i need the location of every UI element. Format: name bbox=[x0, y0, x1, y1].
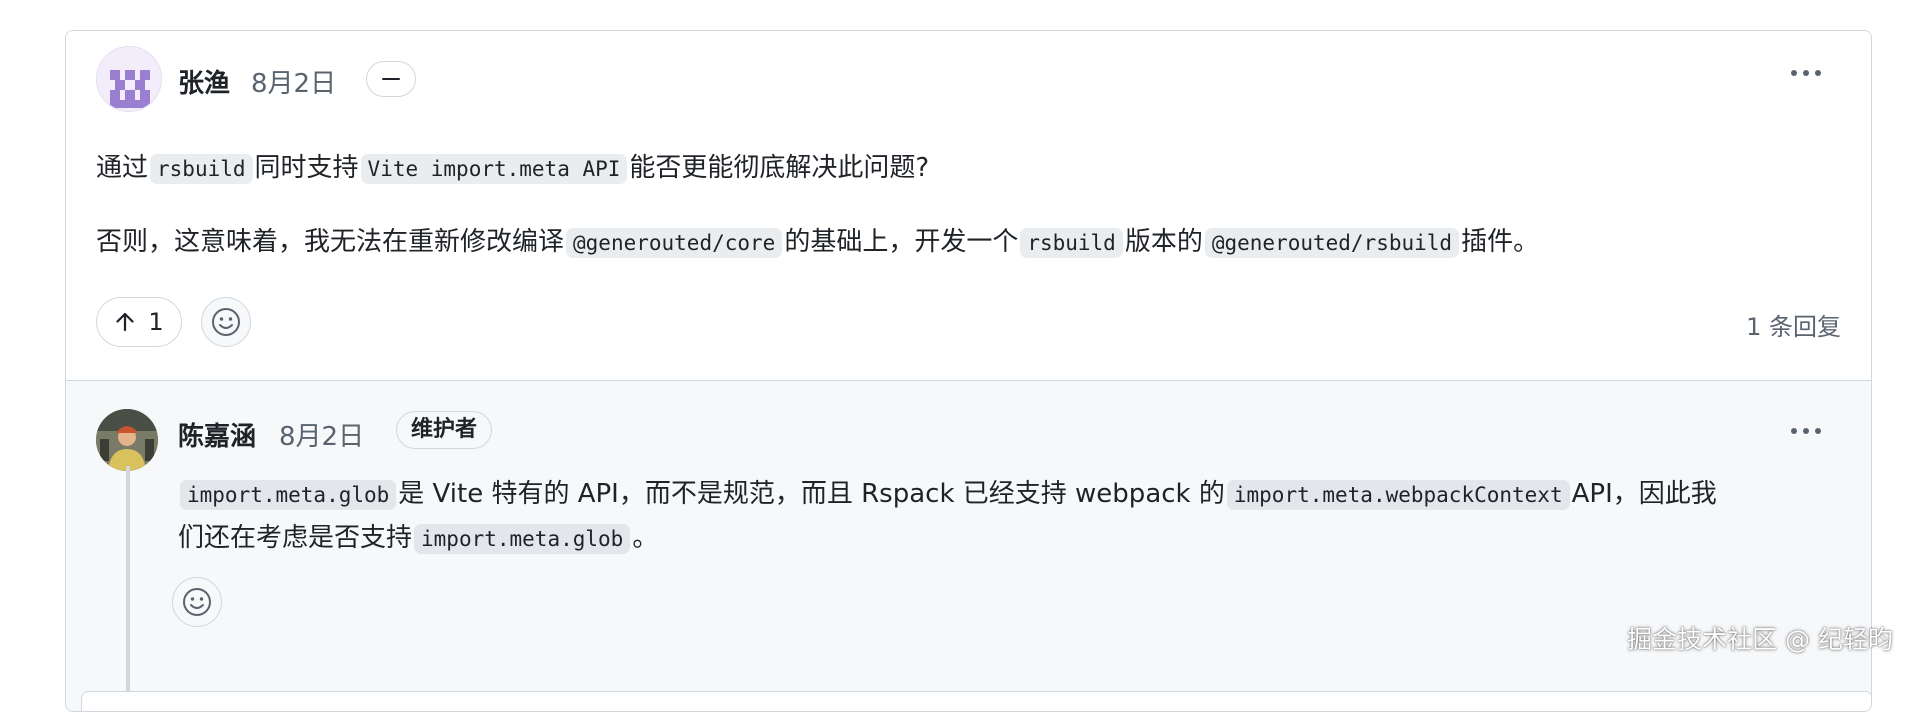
text: 通过 bbox=[96, 153, 149, 183]
main-comment: 张渔 8月2日 通过 rsbuild 同时支持 Vite import.meta AP… bbox=[66, 31, 1871, 380]
avatar[interactable] bbox=[96, 409, 158, 471]
reply-line-1: import.meta.glob 是 Vite 特有的 API，而不是规范，而且 … bbox=[178, 473, 1717, 516]
kebab-menu-icon[interactable] bbox=[1791, 63, 1821, 83]
watermark: 掘金技术社区 @ 纪轻昀 bbox=[1627, 625, 1893, 654]
thread-line bbox=[126, 466, 130, 711]
comment-author[interactable]: 张渔 bbox=[178, 63, 230, 100]
inline-code: import.meta.webpackContext bbox=[1226, 480, 1570, 510]
text: 。 bbox=[632, 523, 659, 553]
collapse-button[interactable] bbox=[366, 61, 416, 97]
smiley-icon bbox=[212, 308, 240, 336]
reply-count[interactable]: 1 条回复 bbox=[1746, 307, 1841, 342]
upvote-button[interactable]: 1 bbox=[96, 297, 182, 347]
add-reaction-button[interactable] bbox=[172, 577, 222, 627]
inline-code: Vite import.meta API bbox=[360, 154, 628, 184]
reply-line-2: 们还在考虑是否支持 import.meta.glob。 bbox=[178, 517, 658, 560]
inline-code: import.meta.glob bbox=[180, 480, 397, 510]
arrow-up-icon bbox=[116, 312, 134, 332]
kebab-menu-icon[interactable] bbox=[1791, 421, 1821, 441]
text: 版本的 bbox=[1124, 227, 1203, 257]
comment-paragraph-2: 否则，这意味着，我无法在重新修改编译 @generouted/core 的基础上，开… bbox=[96, 221, 1539, 264]
inline-code: @generouted/rsbuild bbox=[1204, 228, 1460, 258]
comment-paragraph-1: 通过 rsbuild 同时支持 Vite import.meta API 能否更能彻底解… bbox=[96, 147, 929, 190]
text: 插件。 bbox=[1461, 227, 1540, 257]
maintainer-badge: 维护者 bbox=[396, 411, 493, 449]
avatar-photo-icon bbox=[96, 409, 158, 471]
text: 的基础上，开发一个 bbox=[784, 227, 1019, 257]
discussion-card: 张渔 8月2日 通过 rsbuild 同时支持 Vite import.meta AP… bbox=[65, 30, 1872, 712]
text: 能否更能彻底解决此问题? bbox=[629, 153, 930, 183]
reply-author[interactable]: 陈嘉涵 bbox=[178, 416, 256, 453]
inline-code: rsbuild bbox=[150, 154, 253, 184]
avatar[interactable] bbox=[96, 46, 162, 112]
text: 们还在考虑是否支持 bbox=[178, 523, 413, 553]
reply-date[interactable]: 8月2日 bbox=[279, 416, 364, 453]
upvote-count: 1 bbox=[148, 308, 164, 336]
comment-date[interactable]: 8月2日 bbox=[251, 63, 336, 100]
reply-composer[interactable] bbox=[81, 691, 1871, 711]
text: API，因此我 bbox=[1571, 479, 1717, 509]
text: 是 Vite 特有的 API，而不是规范，而且 Rspack 已经支持 webp… bbox=[398, 479, 1225, 509]
minus-icon bbox=[382, 77, 400, 81]
inline-code: rsbuild bbox=[1020, 228, 1123, 258]
inline-code: import.meta.glob bbox=[414, 524, 631, 554]
text: 否则，这意味着，我无法在重新修改编译 bbox=[96, 227, 565, 257]
identicon-icon bbox=[97, 47, 161, 111]
smiley-icon bbox=[183, 588, 211, 616]
inline-code: @generouted/core bbox=[566, 228, 783, 258]
reply-thread: 陈嘉涵 8月2日 维护者 import.meta.glob 是 Vite 特有的 … bbox=[66, 380, 1871, 711]
add-reaction-button[interactable] bbox=[201, 297, 251, 347]
text: 同时支持 bbox=[254, 153, 359, 183]
